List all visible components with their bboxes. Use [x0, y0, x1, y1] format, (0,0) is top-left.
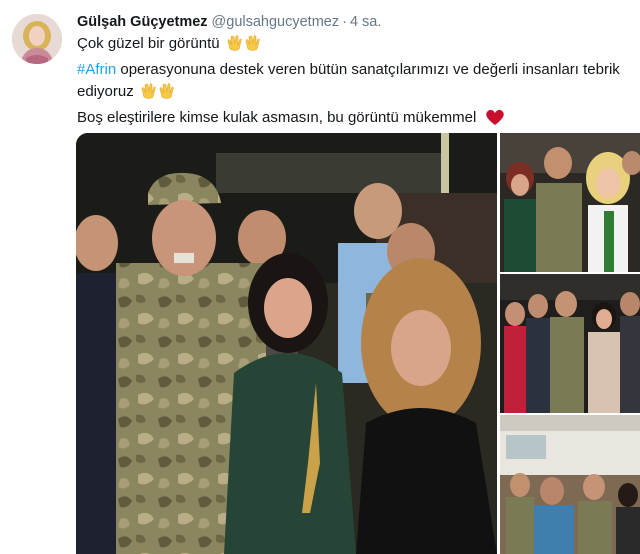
tweet-line-1-text: Çok güzel bir görüntü — [77, 35, 220, 52]
display-name[interactable]: Gülşah Güçyetmez — [77, 14, 208, 30]
tweet-line-4: Boş eleştirilere kimse kulak asmasın, bu… — [77, 107, 517, 133]
hashtag-link[interactable]: #Afrin — [77, 61, 116, 78]
tweet-line-1: Çok güzel bir görüntü — [77, 33, 517, 59]
avatar[interactable] — [12, 14, 62, 64]
tweet-card[interactable]: Gülşah Güçyetmez @gulsahgucyetmez · 4 sa. Ç… — [0, 0, 640, 554]
heart-icon — [485, 108, 505, 133]
tweet-line-3-text: ediyoruz — [77, 83, 134, 100]
side-photo-3[interactable] — [500, 415, 640, 554]
media-grid — [76, 133, 640, 554]
user-handle[interactable]: @gulsahgucyetmez — [212, 14, 340, 30]
tweet-line-4-text: Boş eleştirilere kimse kulak asmasın, bu… — [77, 109, 477, 126]
tweet-line-2-text: operasyonuna destek veren bütün sanatçıl… — [116, 61, 620, 78]
header-separator: · — [342, 14, 347, 30]
tweet-line-3: ediyoruz — [77, 81, 517, 107]
timestamp[interactable]: 4 sa. — [350, 14, 381, 30]
tweet-header: Gülşah Güçyetmez @gulsahgucyetmez · 4 sa. — [77, 14, 381, 32]
side-photo-1[interactable] — [500, 133, 640, 272]
tweet-text: Çok güzel bir görüntü #Afrin operasyonun… — [77, 33, 620, 133]
clapping-hands-icon — [226, 34, 264, 59]
main-group-photo[interactable] — [76, 133, 497, 554]
tweet-line-2: #Afrin operasyonuna destek veren bütün s… — [77, 59, 620, 81]
profile-photo-icon — [12, 14, 62, 64]
side-photo-2[interactable] — [500, 274, 640, 413]
clapping-hands-icon — [140, 82, 178, 107]
